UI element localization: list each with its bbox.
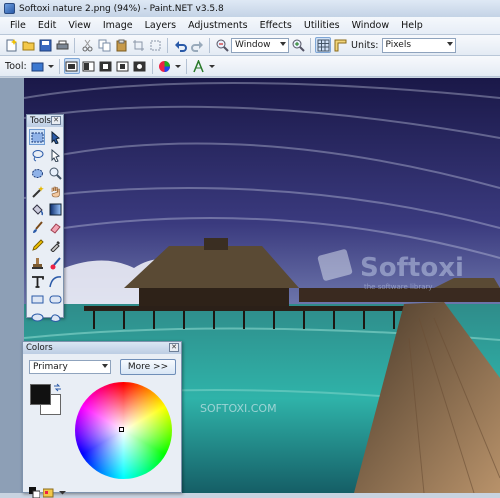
- clone-stamp-tool-icon[interactable]: [29, 255, 45, 271]
- selection-mode-replace-icon[interactable]: [63, 58, 80, 74]
- color-wheel-marker[interactable]: [119, 427, 124, 432]
- menu-view[interactable]: View: [62, 18, 97, 33]
- paintbrush-tool-icon[interactable]: [29, 219, 45, 235]
- tools-panel-titlebar[interactable]: Tools ✕: [27, 115, 63, 127]
- menu-layers[interactable]: Layers: [139, 18, 182, 33]
- undo-icon[interactable]: [172, 37, 188, 53]
- chevron-down-icon: [102, 364, 108, 368]
- color-mode-value: Primary: [33, 362, 68, 372]
- zoom-out-icon[interactable]: [214, 37, 230, 53]
- menu-effects[interactable]: Effects: [254, 18, 298, 33]
- antialiasing-icon[interactable]: [191, 58, 207, 74]
- magic-wand-tool-icon[interactable]: [29, 183, 45, 199]
- zoom-select[interactable]: Window: [231, 37, 289, 53]
- menu-help[interactable]: Help: [395, 18, 429, 33]
- grid-icon[interactable]: [315, 37, 331, 53]
- selection-mode-invert-icon[interactable]: [132, 58, 148, 74]
- menu-edit[interactable]: Edit: [32, 18, 62, 33]
- chevron-down-icon: [446, 41, 453, 46]
- separator: [151, 58, 153, 74]
- open-folder-icon[interactable]: [20, 37, 36, 53]
- selection-mode-intersect-icon[interactable]: [115, 58, 131, 74]
- tools-panel: Tools ✕: [26, 114, 64, 322]
- paste-icon[interactable]: [113, 37, 129, 53]
- separator: [209, 37, 210, 53]
- color-picker-tool-icon[interactable]: [47, 237, 63, 253]
- freeform-shape-tool-icon[interactable]: [47, 309, 63, 325]
- zoom-tool-icon[interactable]: [47, 165, 63, 181]
- tool-label: Tool:: [5, 60, 27, 72]
- chevron-down-icon[interactable]: [174, 58, 182, 74]
- colors-panel: Colors ✕ Primary More >>: [22, 341, 182, 498]
- redo-icon[interactable]: [189, 37, 205, 53]
- separator: [74, 37, 75, 53]
- app-icon: [4, 3, 15, 14]
- zoom-in-icon[interactable]: [290, 37, 306, 53]
- line-curve-tool-icon[interactable]: [47, 273, 63, 289]
- colors-panel-body: Primary More >>: [23, 354, 181, 498]
- recolor-tool-icon[interactable]: [47, 255, 63, 271]
- watermark-logo-text: Softoxi: [360, 253, 464, 283]
- deselect-icon[interactable]: [147, 37, 163, 53]
- save-icon[interactable]: [37, 37, 53, 53]
- chevron-down-icon[interactable]: [208, 58, 216, 74]
- rounded-rectangle-tool-icon[interactable]: [47, 291, 63, 307]
- ellipse-tool-icon[interactable]: [29, 309, 45, 325]
- primary-color-swatch[interactable]: [30, 384, 51, 405]
- rectangle-select-tool-icon[interactable]: [29, 129, 45, 145]
- cut-icon[interactable]: [79, 37, 95, 53]
- ruler-icon[interactable]: [332, 37, 348, 53]
- separator: [167, 37, 168, 53]
- units-select[interactable]: Pixels: [381, 37, 456, 53]
- close-icon[interactable]: ✕: [169, 343, 179, 352]
- selection-mode-exclude-icon[interactable]: [98, 58, 114, 74]
- tool-options-toolbar: Tool:: [0, 56, 500, 77]
- rectangle-tool-icon[interactable]: [29, 291, 45, 307]
- menu-bar: File Edit View Image Layers Adjustments …: [0, 17, 500, 35]
- swap-colors-icon[interactable]: [53, 383, 62, 392]
- text-tool-icon[interactable]: [29, 273, 45, 289]
- gradient-tool-icon[interactable]: [47, 201, 63, 217]
- rectangle-select-icon[interactable]: [30, 58, 46, 74]
- eraser-tool-icon[interactable]: [47, 219, 63, 235]
- separator: [58, 58, 60, 74]
- color-mode-select[interactable]: Primary: [29, 360, 111, 374]
- units-select-value: Pixels: [385, 40, 412, 50]
- new-file-icon[interactable]: [3, 37, 19, 53]
- window-title: Softoxi nature 2.png (94%) - Paint.NET v…: [19, 3, 224, 14]
- chevron-down-icon[interactable]: [47, 58, 55, 74]
- move-selected-tool-icon[interactable]: [47, 129, 63, 145]
- watermark-text: SOFTOXI.COM: [200, 402, 277, 415]
- colors-panel-title: Colors: [26, 343, 53, 353]
- title-bar: Softoxi nature 2.png (94%) - Paint.NET v…: [0, 0, 500, 17]
- main-toolbar: Window Units: Pixels: [0, 35, 500, 56]
- more-colors-button[interactable]: More >>: [120, 359, 176, 375]
- pencil-tool-icon[interactable]: [29, 237, 45, 253]
- menu-window[interactable]: Window: [346, 18, 395, 33]
- color-wheel-icon[interactable]: [157, 58, 173, 74]
- paint-bucket-tool-icon[interactable]: [29, 201, 45, 217]
- separator: [310, 37, 311, 53]
- tools-panel-title: Tools: [30, 116, 51, 126]
- menu-file[interactable]: File: [4, 18, 32, 33]
- menu-adjustments[interactable]: Adjustments: [182, 18, 254, 33]
- lasso-select-tool-icon[interactable]: [29, 147, 45, 163]
- watermark-tagline: the software library: [364, 283, 433, 291]
- separator: [185, 58, 187, 74]
- menu-image[interactable]: Image: [97, 18, 139, 33]
- pan-tool-icon[interactable]: [47, 183, 63, 199]
- tool-grid: [27, 127, 63, 327]
- colors-panel-titlebar[interactable]: Colors ✕: [23, 342, 181, 354]
- move-selection-tool-icon[interactable]: [47, 147, 63, 163]
- units-label: Units:: [351, 39, 379, 51]
- crop-icon[interactable]: [130, 37, 146, 53]
- close-icon[interactable]: ✕: [51, 116, 61, 125]
- print-icon[interactable]: [54, 37, 70, 53]
- selection-mode-union-icon[interactable]: [81, 58, 97, 74]
- chevron-down-icon: [280, 41, 286, 46]
- menu-utilities[interactable]: Utilities: [298, 18, 346, 33]
- ellipse-select-tool-icon[interactable]: [29, 165, 45, 181]
- copy-icon[interactable]: [96, 37, 112, 53]
- zoom-select-value: Window: [235, 40, 271, 50]
